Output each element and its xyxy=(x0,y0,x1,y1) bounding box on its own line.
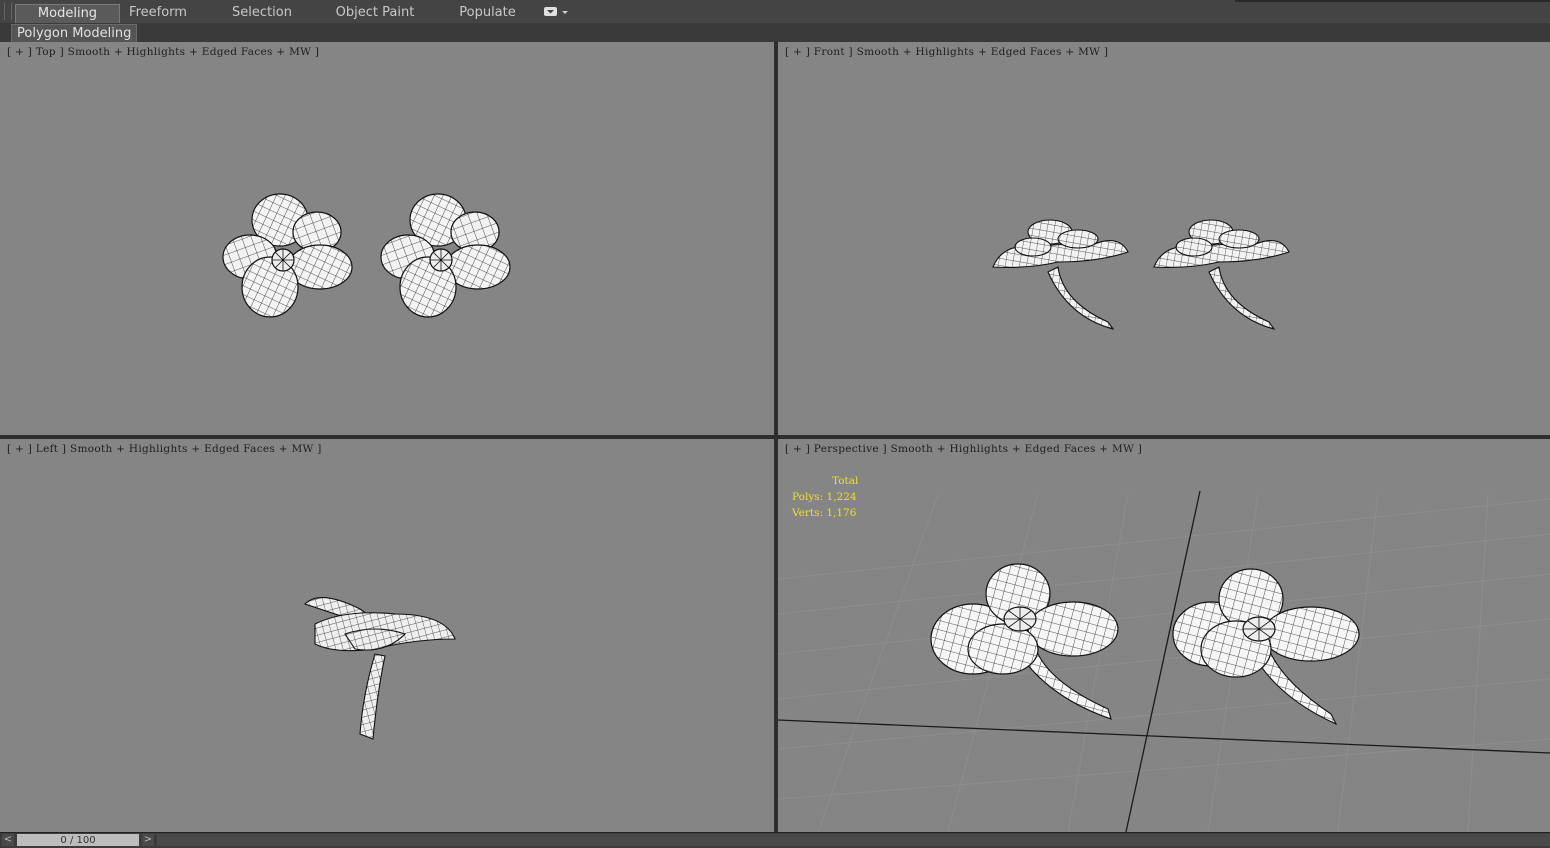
prev-frame-icon[interactable]: < xyxy=(2,834,14,846)
left-view-flower xyxy=(303,597,456,740)
tab-modeling[interactable]: Modeling xyxy=(15,4,120,23)
next-frame-icon[interactable]: > xyxy=(142,834,154,846)
flower-perspective-2 xyxy=(1172,568,1360,726)
tab-object-paint[interactable]: Object Paint xyxy=(330,4,420,22)
top-view-flowers xyxy=(222,193,511,318)
perspective-grid xyxy=(778,490,1550,832)
front-view-flowers xyxy=(992,219,1290,330)
viewport-top[interactable]: [ + ] Top ] Smooth + Highlights + Edged … xyxy=(0,42,774,435)
stats-polys: Polys: 1,224 xyxy=(792,491,857,503)
viewport-perspective-label[interactable]: [ + ] Perspective ] Smooth + Highlights … xyxy=(785,443,1142,455)
flower-left xyxy=(303,597,456,740)
polygon-modeling-panel[interactable]: Polygon Modeling xyxy=(11,24,138,43)
ribbon-grip[interactable] xyxy=(4,3,12,20)
tab-selection[interactable]: Selection xyxy=(222,4,302,22)
tab-freeform[interactable]: Freeform xyxy=(118,4,198,22)
viewport-divider-horizontal[interactable] xyxy=(0,435,1550,439)
dropdown-arrow-icon[interactable] xyxy=(543,6,569,18)
tab-populate[interactable]: Populate xyxy=(450,4,525,22)
time-slider-track[interactable] xyxy=(157,834,1550,846)
viewport-perspective[interactable]: [ + ] Perspective ] Smooth + Highlights … xyxy=(778,439,1550,832)
ribbon-toolbar: Modeling Freeform Selection Object Paint… xyxy=(0,0,1550,24)
viewport-left[interactable]: [ + ] Left ] Smooth + Highlights + Edged… xyxy=(0,439,774,832)
stats-verts: Verts: 1,176 xyxy=(792,507,857,519)
flower-front-1 xyxy=(992,219,1129,330)
flower-front-2 xyxy=(1153,219,1290,330)
flower-top-1 xyxy=(222,193,353,318)
viewport-front[interactable]: [ + ] Front ] Smooth + Highlights + Edge… xyxy=(778,42,1550,435)
statistics-overlay: Total Polys: 1,224 Verts: 1,176 xyxy=(792,473,858,521)
time-slider[interactable]: 0 / 100 xyxy=(17,834,139,846)
ribbon-top-edge xyxy=(1235,0,1550,2)
time-slider-bar: < 0 / 100 > xyxy=(0,832,1550,846)
ribbon-panel-bar: Polygon Modeling xyxy=(0,23,1550,43)
flower-perspective-1 xyxy=(930,563,1119,720)
flower-top-2 xyxy=(380,193,511,318)
stats-title: Total xyxy=(832,475,859,487)
